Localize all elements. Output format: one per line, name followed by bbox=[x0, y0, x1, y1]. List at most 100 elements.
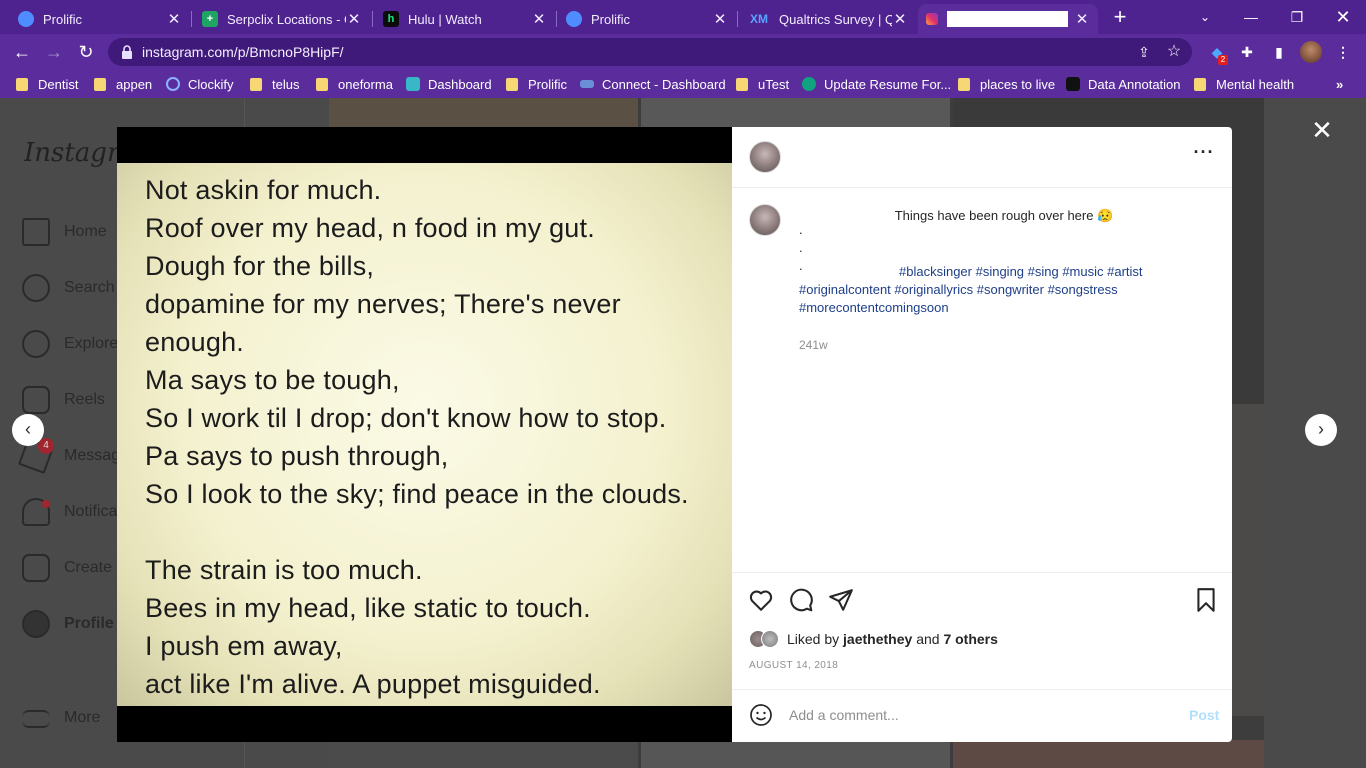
post-age[interactable]: 241w bbox=[799, 338, 828, 352]
tab-qualtrics[interactable]: XM Qualtrics Survey | Qua ✕ bbox=[740, 4, 916, 34]
hulu-icon: h bbox=[383, 11, 399, 27]
liked-by: Liked by jaethethey and 7 others bbox=[749, 629, 998, 649]
liked-by-user[interactable]: jaethethey bbox=[843, 631, 912, 647]
new-tab-button[interactable]: + bbox=[1108, 4, 1132, 30]
data-annotation-icon bbox=[1066, 77, 1080, 91]
comment-icon[interactable] bbox=[788, 587, 814, 613]
bookmark-label: oneforma bbox=[338, 76, 393, 92]
side-panel-icon[interactable]: ▮ bbox=[1268, 41, 1290, 63]
forward-button[interactable]: → bbox=[42, 40, 66, 64]
reload-button[interactable]: ↻ bbox=[74, 40, 98, 64]
close-modal-button[interactable]: ✕ bbox=[1311, 117, 1333, 143]
bookmarks-bar: Dentist appen Clockify telus oneforma Da… bbox=[0, 70, 1366, 98]
caption-author-avatar[interactable] bbox=[749, 204, 781, 236]
close-icon[interactable]: ✕ bbox=[712, 10, 728, 28]
bookmark-label: Prolific bbox=[528, 76, 568, 92]
nav-label: Create bbox=[64, 559, 113, 576]
nav-home[interactable]: Home bbox=[22, 218, 107, 246]
instagram-icon bbox=[926, 13, 938, 25]
minimize-button[interactable]: — bbox=[1228, 2, 1274, 32]
grid-thumbnail[interactable] bbox=[641, 740, 950, 768]
bookmark-update-resume[interactable]: Update Resume For... bbox=[802, 75, 951, 93]
grid-thumbnail[interactable] bbox=[329, 98, 638, 128]
liker-avatar[interactable] bbox=[761, 630, 779, 648]
bookmark-connect-dashboard[interactable]: Connect - Dashboard bbox=[580, 75, 726, 93]
emoji-icon[interactable] bbox=[749, 703, 773, 727]
close-icon[interactable]: ✕ bbox=[531, 10, 547, 28]
nav-profile[interactable]: Profile bbox=[22, 610, 114, 638]
plus-icon bbox=[22, 554, 50, 582]
bookmark-telus[interactable]: telus bbox=[250, 75, 299, 93]
bookmark-dashboard[interactable]: Dashboard bbox=[406, 75, 492, 93]
tab-separator bbox=[556, 11, 557, 27]
grid-thumbnail[interactable] bbox=[953, 740, 1264, 768]
bookmark-label: uTest bbox=[758, 76, 790, 92]
profile-avatar[interactable] bbox=[1300, 41, 1322, 63]
folder-icon bbox=[736, 77, 748, 91]
bookmark-label: Clockify bbox=[188, 76, 234, 92]
caption-text: Things have been rough over here 😥 bbox=[894, 208, 1114, 223]
bookmark-utest[interactable]: uTest bbox=[736, 75, 789, 93]
comment-input[interactable] bbox=[789, 707, 1169, 723]
prolific-icon bbox=[18, 11, 34, 27]
bookmark-places-to-live[interactable]: places to live bbox=[958, 75, 1055, 93]
close-icon[interactable]: ✕ bbox=[892, 10, 908, 28]
bookmark-data-annotation[interactable]: Data Annotation bbox=[1066, 75, 1181, 93]
bookmark-mental-health[interactable]: Mental health bbox=[1194, 75, 1294, 93]
menu-icon[interactable]: ⋮ bbox=[1332, 41, 1354, 63]
heart-icon[interactable] bbox=[748, 587, 774, 613]
close-icon[interactable]: ✕ bbox=[1074, 10, 1090, 28]
tab-instagram[interactable]: ✕ bbox=[918, 4, 1098, 34]
grid-thumbnail[interactable] bbox=[641, 98, 950, 128]
bookmark-clockify[interactable]: Clockify bbox=[166, 75, 234, 93]
bookmark-oneforma[interactable]: oneforma bbox=[316, 75, 393, 93]
liked-by-others[interactable]: 7 others bbox=[943, 631, 997, 647]
puzzle-icon[interactable]: ✚ bbox=[1236, 41, 1258, 63]
close-window-button[interactable]: ✕ bbox=[1320, 2, 1366, 32]
folder-icon bbox=[250, 77, 262, 91]
poem-line: Dough for the bills, bbox=[145, 251, 375, 281]
tab-serpclix[interactable]: + Serpclix Locations - Go ✕ bbox=[194, 4, 370, 34]
nav-explore[interactable]: Explore bbox=[22, 330, 118, 358]
close-icon[interactable]: ✕ bbox=[346, 10, 362, 28]
more-bookmarks-icon[interactable]: » bbox=[1336, 75, 1343, 93]
more-options-icon[interactable]: ··· bbox=[1192, 143, 1216, 165]
post-date[interactable]: AUGUST 14, 2018 bbox=[749, 660, 838, 671]
caption-dot: . bbox=[799, 222, 803, 237]
save-bookmark-icon[interactable] bbox=[1193, 587, 1219, 613]
nav-search[interactable]: Search bbox=[22, 274, 115, 302]
nav-create[interactable]: Create bbox=[22, 554, 112, 582]
restore-button[interactable]: ❐ bbox=[1274, 2, 1320, 32]
extension-badge: 2 bbox=[1218, 55, 1228, 65]
close-icon[interactable]: ✕ bbox=[166, 10, 182, 28]
address-bar[interactable]: instagram.com/p/BmcnoP8HipF/ ⇪ ☆ bbox=[108, 38, 1192, 66]
nav-label: Explore bbox=[64, 335, 119, 352]
bookmark-appen[interactable]: appen bbox=[94, 75, 152, 93]
back-button[interactable]: ← bbox=[10, 40, 34, 64]
previous-post-button[interactable]: ‹ bbox=[12, 414, 44, 446]
folder-icon bbox=[1194, 77, 1206, 91]
tab-title: Serpclix Locations - Go bbox=[227, 11, 346, 27]
author-avatar[interactable] bbox=[749, 141, 781, 173]
next-post-button[interactable]: › bbox=[1305, 414, 1337, 446]
share-icon[interactable] bbox=[828, 587, 854, 613]
grid-thumbnail[interactable] bbox=[1232, 404, 1264, 716]
post-comment-button[interactable]: Post bbox=[1189, 707, 1219, 723]
poem-line: So I look to the sky; find peace in the … bbox=[145, 479, 689, 509]
tab-prolific-2[interactable]: Prolific ✕ bbox=[558, 4, 736, 34]
bookmark-dentist[interactable]: Dentist bbox=[16, 75, 78, 93]
grid-thumbnail[interactable] bbox=[329, 740, 638, 768]
bookmark-star-icon[interactable]: ☆ bbox=[1164, 42, 1184, 62]
tab-prolific-1[interactable]: Prolific ✕ bbox=[10, 4, 190, 34]
nav-reels[interactable]: Reels bbox=[22, 386, 105, 414]
share-icon[interactable]: ⇪ bbox=[1134, 42, 1154, 62]
post-image[interactable]: Not askin for much. Roof over my head, n… bbox=[117, 127, 732, 742]
tab-title: Qualtrics Survey | Qua bbox=[779, 11, 892, 27]
tab-hulu[interactable]: h Hulu | Watch ✕ bbox=[375, 4, 555, 34]
tab-search-icon[interactable]: ⌄ bbox=[1182, 2, 1228, 32]
home-icon bbox=[22, 218, 50, 246]
nav-more[interactable]: More bbox=[22, 704, 100, 732]
hashtags[interactable]: #blacksinger #singing #sing #music #arti… bbox=[799, 263, 1209, 317]
folder-icon bbox=[316, 77, 328, 91]
bookmark-prolific[interactable]: Prolific bbox=[506, 75, 567, 93]
